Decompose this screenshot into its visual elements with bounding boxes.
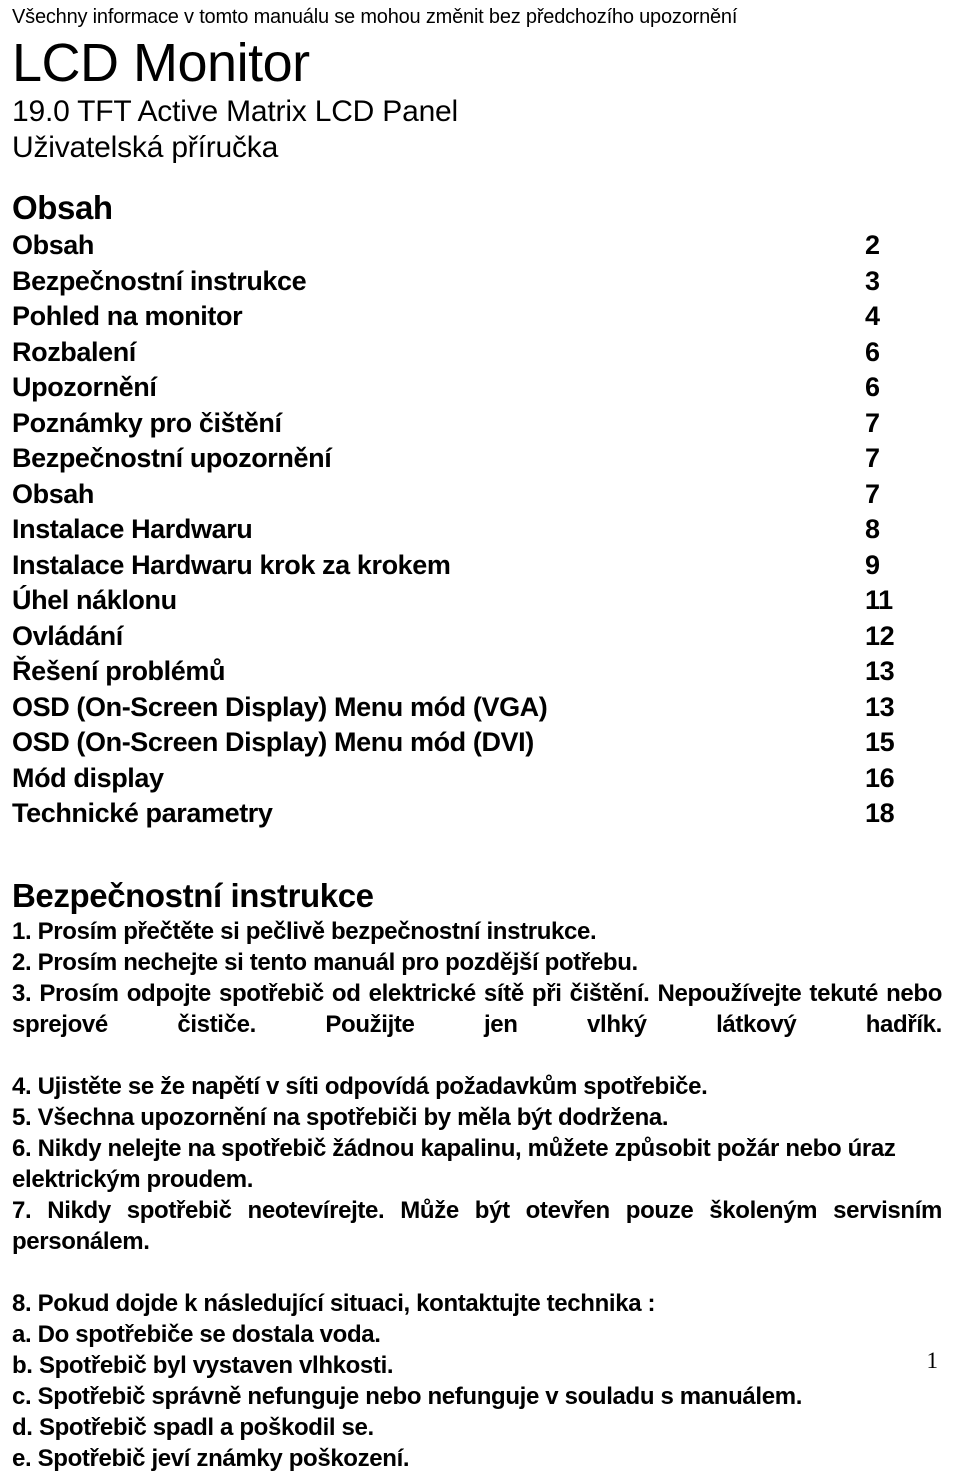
toc-entry-label: Obsah — [12, 478, 95, 509]
toc-entry-label: Poznámky pro čištění — [12, 407, 282, 438]
toc-entry-label: Technické parametry — [12, 798, 273, 828]
toc-entry-page-number: 7 — [865, 478, 880, 509]
toc-entry-label: Bezpečnostní upozornění — [12, 443, 332, 473]
toc-entry[interactable]: Instalace Hardwaru krok za krokem 9 — [12, 548, 942, 584]
toc-entry-label: Obsah — [12, 230, 95, 260]
toc-entry-page-number: 13 — [865, 691, 895, 722]
toc-entry-label: Pohled na monitor — [12, 301, 243, 331]
toc-entry-page-number: 16 — [865, 762, 895, 793]
toc-entry[interactable]: Ovládání 12 — [12, 619, 942, 655]
safety-instruction-item: 7. Nikdy spotřebič neotevírejte. Může bý… — [12, 1196, 942, 1255]
toc-entry-label: Instalace Hardwaru — [12, 514, 253, 544]
toc-entry[interactable]: Bezpečnostní instrukce 3 — [12, 264, 942, 300]
safety-instruction-item: 1. Prosím přečtěte si pečlivě bezpečnost… — [12, 917, 597, 945]
disclaimer-notice: Všechny informace v tomto manuálu se moh… — [12, 6, 738, 28]
toc-entry[interactable]: Obsah 7 — [12, 477, 942, 513]
toc-entry-page-number: 12 — [865, 620, 895, 651]
toc-entry-page-number: 2 — [865, 230, 880, 260]
toc-entry-page-number: 18 — [865, 798, 895, 828]
toc-entry-page-number: 6 — [865, 336, 880, 367]
document-page: Všechny informace v tomto manuálu se moh… — [0, 0, 960, 1472]
safety-instruction-item: 6. Nikdy nelejte na spotřebič žádnou kap… — [12, 1134, 896, 1193]
toc-entry[interactable]: OSD (On-Screen Display) Menu mód (VGA) 13 — [12, 690, 942, 726]
toc-heading: Obsah — [12, 189, 113, 226]
toc-entry-label: Ovládání — [12, 620, 123, 651]
safety-sub-item: c. Spotřebič správně nefunguje nebo nefu… — [12, 1382, 803, 1410]
toc-entry[interactable]: Mód display 16 — [12, 761, 942, 797]
toc-entry-page-number: 15 — [865, 727, 895, 757]
safety-instruction-item: 5. Všechna upozornění na spotřebiči by m… — [12, 1103, 669, 1131]
toc-entry-label: OSD (On-Screen Display) Menu mód (VGA) — [12, 691, 548, 722]
toc-entry[interactable]: Rozbalení 6 — [12, 335, 942, 371]
safety-sub-item: a. Do spotřebiče se dostala voda. — [12, 1320, 381, 1348]
toc-entry-page-number: 13 — [865, 656, 895, 686]
toc-entry-page-number: 7 — [865, 407, 880, 438]
toc-entry[interactable]: Úhel náklonu 11 — [12, 583, 942, 619]
safety-instruction-item: 3. Prosím odpojte spotřebič od elektrick… — [12, 979, 942, 1038]
safety-sub-item: d. Spotřebič spadl a poškodil se. — [12, 1413, 374, 1441]
toc-entry[interactable]: Technické parametry 18 — [12, 796, 942, 832]
toc-entry[interactable]: OSD (On-Screen Display) Menu mód (DVI) 15 — [12, 725, 942, 761]
toc-entry[interactable]: Upozornění 6 — [12, 370, 942, 406]
toc-entry[interactable]: Instalace Hardwaru 8 — [12, 512, 942, 548]
toc-entry[interactable]: Poznámky pro čištění 7 — [12, 406, 942, 442]
document-title: LCD Monitor — [12, 33, 310, 93]
toc-entry-page-number: 7 — [865, 443, 880, 473]
toc-entry-label: Bezpečnostní instrukce — [12, 265, 307, 296]
toc-entry-label: Úhel náklonu — [12, 585, 177, 615]
toc-entry[interactable]: Řešení problémů 13 — [12, 654, 942, 690]
safety-heading: Bezpečnostní instrukce — [12, 876, 374, 914]
toc-entry[interactable]: Pohled na monitor 4 — [12, 299, 942, 335]
toc-entry-page-number: 11 — [865, 585, 893, 615]
toc-entry-page-number: 8 — [865, 514, 880, 544]
toc-entry-label: Mód display — [12, 762, 164, 793]
safety-instruction-item: 4. Ujistěte se že napětí v síti odpovídá… — [12, 1072, 708, 1100]
page-number: 1 — [926, 1348, 939, 1373]
safety-instruction-item: 8. Pokud dojde k následující situaci, ko… — [12, 1289, 656, 1317]
toc-entry-page-number: 6 — [865, 372, 880, 402]
toc-entry-page-number: 3 — [865, 265, 880, 296]
toc-entry-label: Řešení problémů — [12, 656, 226, 686]
safety-sub-item: e. Spotřebič jeví známky poškození. — [12, 1444, 410, 1472]
document-subtitle-panel: 19.0 TFT Active Matrix LCD Panel — [12, 95, 459, 128]
toc-entry[interactable]: Obsah 2 — [12, 228, 942, 264]
toc-entry-page-number: 4 — [865, 301, 880, 331]
safety-instruction-list: 1. Prosím přečtěte si pečlivě bezpečnost… — [12, 916, 942, 1319]
toc-entry-page-number: 9 — [865, 549, 880, 580]
toc-entry-label: Upozornění — [12, 372, 157, 402]
safety-sub-item: b. Spotřebič byl vystaven vlhkosti. — [12, 1351, 394, 1379]
toc-entry-label: OSD (On-Screen Display) Menu mód (DVI) — [12, 727, 534, 757]
safety-instruction-item: 2. Prosím nechejte si tento manuál pro p… — [12, 948, 638, 976]
table-of-contents: Obsah 2 Bezpečnostní instrukce 3 Pohled na m… — [12, 228, 942, 832]
safety-sub-item-list: a. Do spotřebiče se dostala voda. b. Spot… — [12, 1319, 942, 1474]
toc-entry[interactable]: Bezpečnostní upozornění 7 — [12, 441, 942, 477]
toc-entry-label: Rozbalení — [12, 336, 136, 367]
toc-entry-label: Instalace Hardwaru krok za krokem — [12, 549, 451, 580]
document-subtitle-manual: Uživatelská příručka — [12, 131, 279, 164]
